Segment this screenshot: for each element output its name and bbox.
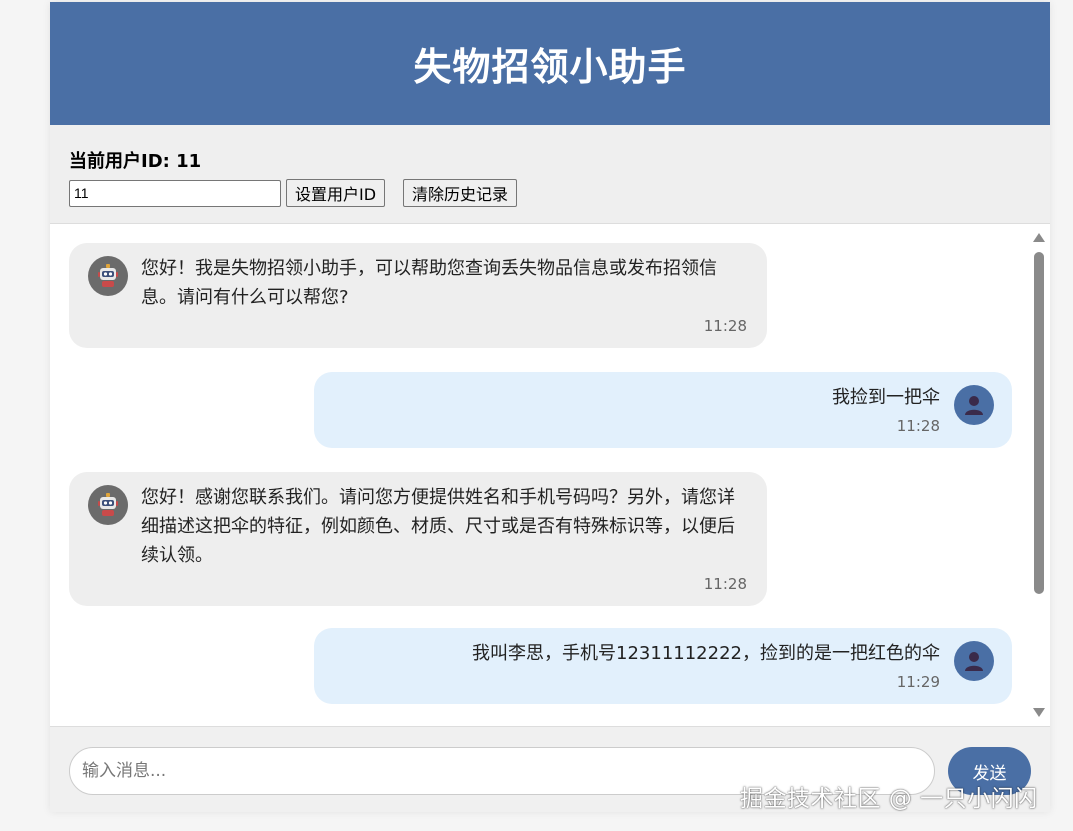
scroll-thumb[interactable] [1034,252,1044,594]
app-title: 失物招领小助手 [413,45,687,89]
set-user-id-button[interactable]: 设置用户ID [286,179,386,207]
message-text: 我捡到一把伞 [832,387,940,408]
message-time: 11:28 [896,417,940,435]
user-message: 我捡到一把伞 11:28 [314,372,1012,448]
bot-message: 您好！我是失物招领小助手，可以帮助您查询丢失物品信息或发布招领信息。请问有什么可… [69,243,767,348]
bot-avatar [88,485,128,525]
user-bar: 当前用户ID: 11 设置用户ID 清除历史记录 [50,125,1050,224]
chat-messages[interactable]: 您好！我是失物招领小助手，可以帮助您查询丢失物品信息或发布招领信息。请问有什么可… [50,224,1050,726]
message-text: 我叫李思，手机号12311112222，捡到的是一把红色的伞 [472,643,940,664]
chat-scrollbar[interactable] [1028,224,1050,726]
chat-app: 失物招领小助手 当前用户ID: 11 设置用户ID 清除历史记录 [50,2,1050,812]
bot-message: 您好！感谢您联系我们。请问您方便提供姓名和手机号码吗？另外，请您详细描述这把伞的… [69,472,767,606]
robot-icon [98,493,118,516]
robot-icon [98,264,118,287]
watermark: 掘金技术社区 @ 一只小闪闪 [740,786,1038,812]
user-message: 我叫李思，手机号12311112222，捡到的是一把红色的伞 11:29 [314,628,1012,704]
user-avatar [954,385,994,425]
user-avatar [954,641,994,681]
bot-avatar [88,256,128,296]
user-icon [965,396,983,415]
message-time: 11:28 [703,575,747,593]
message-text: 您好！感谢您联系我们。请问您方便提供姓名和手机号码吗？另外，请您详细描述这把伞的… [141,487,735,566]
message-text: 您好！我是失物招领小助手，可以帮助您查询丢失物品信息或发布招领信息。请问有什么可… [141,258,717,308]
message-time: 11:29 [896,673,940,691]
scroll-down-arrow-icon[interactable] [1033,708,1045,717]
user-icon [965,652,983,671]
current-user-id: 11 [176,151,202,172]
user-id-input[interactable] [69,179,281,207]
app-header: 失物招领小助手 [50,2,1050,125]
user-controls: 设置用户ID 清除历史记录 [69,179,1031,207]
current-user: 当前用户ID: 11 [69,147,1031,173]
clear-history-button[interactable]: 清除历史记录 [403,179,518,207]
current-user-label: 当前用户ID: [69,151,177,172]
message-time: 11:28 [703,317,747,335]
scroll-up-arrow-icon[interactable] [1033,233,1045,242]
